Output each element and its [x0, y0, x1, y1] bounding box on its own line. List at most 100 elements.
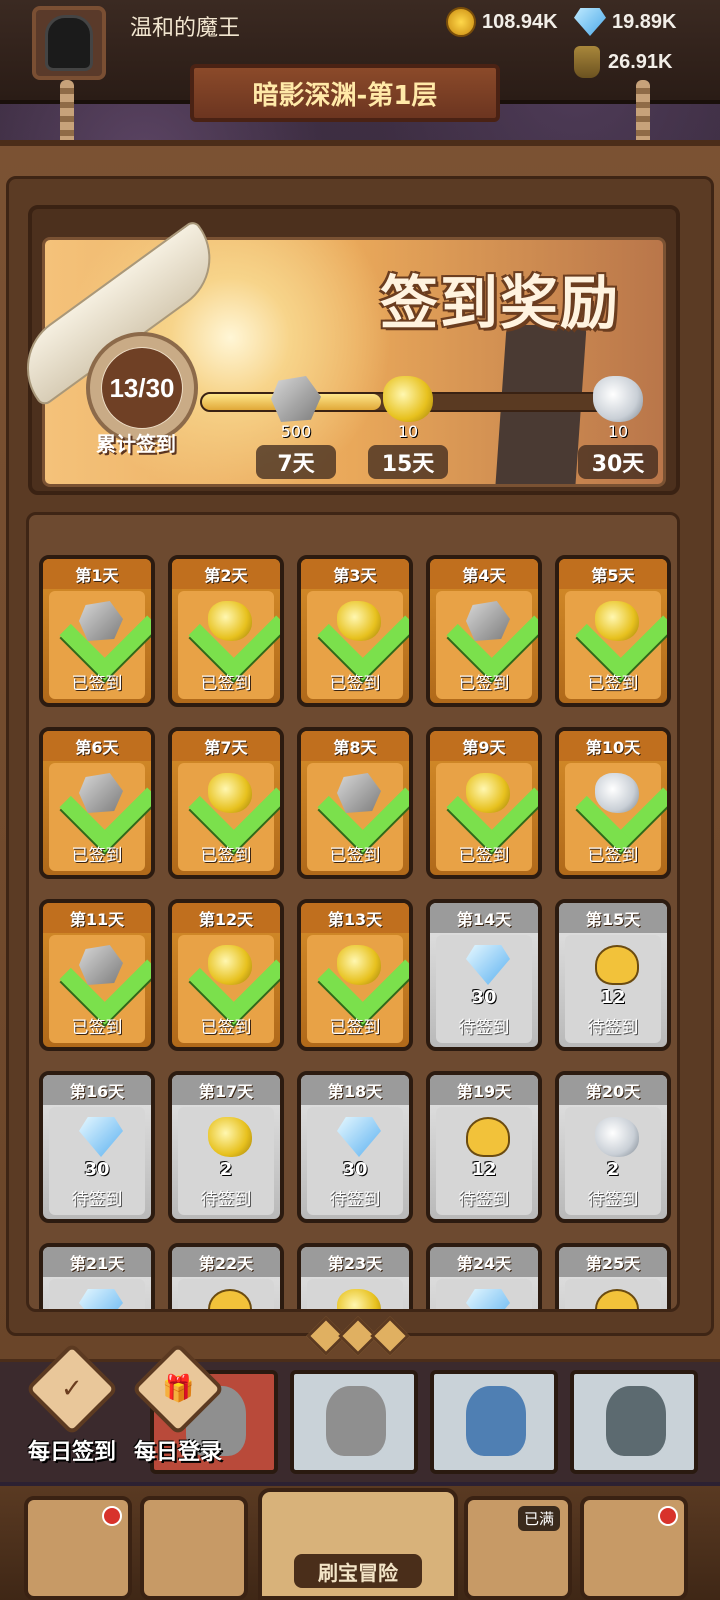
day-label: 第17天	[172, 1075, 280, 1105]
gem-icon	[574, 8, 606, 36]
day-cell[interactable]: 第24天	[426, 1243, 542, 1309]
gem-counter[interactable]: 19.89K	[574, 6, 677, 38]
gem-icon	[79, 1117, 123, 1157]
player-avatar[interactable]	[32, 6, 106, 80]
day-cell[interactable]: 第6天已签到	[39, 727, 155, 879]
reward-qty: 30	[84, 1159, 110, 1180]
nav-backpack[interactable]: 已满	[464, 1496, 572, 1600]
daily-login-button[interactable]: 🎁 每日登录	[128, 1342, 228, 1466]
signin-status: 已签到	[71, 846, 123, 866]
gold-scroll-icon	[337, 1289, 381, 1309]
signin-status: 已签到	[329, 1018, 381, 1038]
day-reward: 已签到	[565, 581, 667, 699]
day-cell[interactable]: 第16天 30 待签到	[39, 1071, 155, 1223]
signin-status: 已签到	[200, 1018, 252, 1038]
day-label: 第25天	[559, 1247, 667, 1277]
day-cell[interactable]: 第14天 30 待签到	[426, 899, 542, 1051]
day-cell[interactable]: 第3天已签到	[297, 555, 413, 707]
day-cell[interactable]: 第25天	[555, 1243, 671, 1309]
nav-hero[interactable]	[140, 1496, 248, 1600]
page-indicator	[306, 1316, 410, 1356]
day-cell[interactable]: 第10天 已签到	[555, 727, 671, 879]
reward-qty: 12	[471, 1159, 497, 1180]
day-label: 第13天	[301, 903, 409, 933]
reward-qty: 12	[600, 987, 626, 1008]
hero-card[interactable]	[290, 1370, 418, 1474]
milestone-day: 30天	[578, 445, 658, 479]
hero-card[interactable]	[570, 1370, 698, 1474]
checkmark-icon	[59, 581, 151, 681]
signin-status: 待签到	[329, 1190, 381, 1210]
day-cell[interactable]: 第9天 已签到	[426, 727, 542, 879]
hero-portrait	[606, 1386, 666, 1456]
nav-forge[interactable]	[580, 1496, 688, 1600]
day-cell[interactable]: 第7天 已签到	[168, 727, 284, 879]
day-label: 第20天	[559, 1075, 667, 1105]
day-cell[interactable]: 第19天 12 待签到	[426, 1071, 542, 1223]
day-grid-container[interactable]: 第1天 已签到 第2天 已签到 第3天 已签到 第4天 已签到 第5天 已签到 第6天 已签到 第7天已…	[26, 512, 680, 1312]
signin-status: 已签到	[329, 674, 381, 694]
day-cell[interactable]: 第17天 2 待签到	[168, 1071, 284, 1223]
day-cell[interactable]: 第23天	[297, 1243, 413, 1309]
signin-status: 已签到	[587, 846, 639, 866]
notification-dot	[102, 1506, 122, 1526]
gem-icon	[337, 1117, 381, 1157]
signin-status: 已签到	[71, 674, 123, 694]
day-cell[interactable]: 第13天已签到	[297, 899, 413, 1051]
day-reward: 已签到	[436, 753, 538, 871]
gold-counter[interactable]: 108.94K	[446, 6, 558, 38]
notification-dot	[658, 1506, 678, 1526]
day-cell[interactable]: 第2天 已签到	[168, 555, 284, 707]
day-cell[interactable]: 第5天 已签到	[555, 555, 671, 707]
day-cell[interactable]: 第4天 已签到	[426, 555, 542, 707]
day-label: 第6天	[43, 731, 151, 761]
hero-portrait	[326, 1386, 386, 1456]
day-reward: 已签到	[49, 925, 151, 1043]
nav-shop[interactable]	[24, 1496, 132, 1600]
day-label: 第15天	[559, 903, 667, 933]
gem-icon	[79, 1289, 123, 1309]
day-reward: 已签到	[178, 925, 280, 1043]
day-cell[interactable]: 第15天 12 待签到	[555, 899, 671, 1051]
milestone-15[interactable]: 10 15天	[368, 376, 448, 479]
milestone-qty: 500	[280, 422, 312, 441]
nav-treasure-adventure[interactable]: 刷宝冒险	[258, 1488, 458, 1600]
reward-qty: 30	[342, 1159, 368, 1180]
full-badge: 已满	[517, 1506, 560, 1531]
day-cell[interactable]: 第18天 30 待签到	[297, 1071, 413, 1223]
signin-status: 已签到	[200, 674, 252, 694]
day-reward: 30 待签到	[307, 1107, 403, 1215]
signin-status: 待签到	[71, 1190, 123, 1210]
day-cell[interactable]: 第11天 已签到	[39, 899, 155, 1051]
day-reward	[49, 1279, 145, 1309]
day-label: 第22天	[172, 1247, 280, 1277]
day-cell[interactable]: 第8天 已签到	[297, 727, 413, 879]
level-banner[interactable]: 暗影深渊-第1层	[190, 64, 500, 122]
day-cell[interactable]: 第12天 已签到	[168, 899, 284, 1051]
signin-count-label: 累计签到	[96, 432, 176, 456]
milestone-day: 7天	[256, 445, 336, 479]
milestone-30[interactable]: 10 30天	[578, 376, 658, 479]
signin-status: 已签到	[458, 674, 510, 694]
day-reward: 已签到	[178, 581, 280, 699]
day-label: 第3天	[301, 559, 409, 589]
day-label: 第23天	[301, 1247, 409, 1277]
daily-signin-button[interactable]: ✓ 每日签到	[14, 1342, 130, 1466]
milestone-7[interactable]: 500 7天	[256, 376, 336, 479]
hero-card[interactable]	[430, 1370, 558, 1474]
day-cell[interactable]: 第20天 2 待签到	[555, 1071, 671, 1223]
hero-icon	[466, 1117, 510, 1157]
jar-counter[interactable]: 26.91K	[574, 46, 673, 78]
day-cell[interactable]: 第1天 已签到	[39, 555, 155, 707]
day-label: 第7天	[172, 731, 280, 761]
checkmark-icon	[188, 753, 280, 853]
day-cell[interactable]: 第21天	[39, 1243, 155, 1309]
day-reward: 已签到	[178, 753, 280, 871]
signin-status: 待签到	[458, 1018, 510, 1038]
gold-scroll-icon	[383, 376, 433, 422]
jar-icon	[574, 46, 600, 78]
day-label: 第9天	[430, 731, 538, 761]
signin-status: 待签到	[587, 1018, 639, 1038]
day-cell[interactable]: 第22天	[168, 1243, 284, 1309]
silver-scroll-icon	[593, 376, 643, 422]
